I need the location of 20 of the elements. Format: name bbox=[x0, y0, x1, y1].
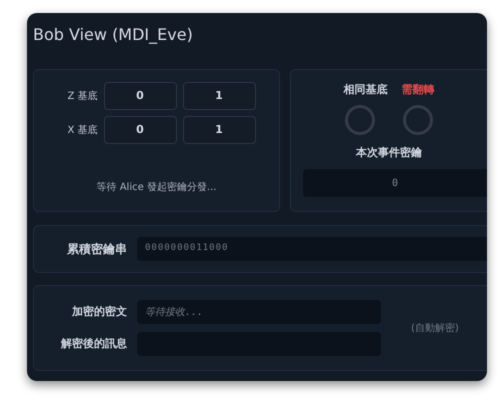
basis-label: X 基底 bbox=[66, 124, 98, 138]
window-title: Bob View (MDI_Eve) bbox=[33, 24, 193, 46]
basis-value-field[interactable]: 0 bbox=[104, 116, 176, 144]
status-text: 等待 Alice 發起密鑰分發... bbox=[96, 180, 216, 195]
key-string-field[interactable]: 0000000011000 bbox=[137, 237, 487, 261]
flip-label: 需翻轉 bbox=[402, 82, 434, 98]
key-string-label: 累積密鑰串 bbox=[66, 241, 127, 258]
basis-value-field[interactable]: 0 bbox=[104, 82, 176, 110]
event-key-field[interactable]: 0 bbox=[303, 169, 487, 197]
indicator-light bbox=[345, 104, 375, 134]
auto-decrypt-note: (自動解密) bbox=[411, 322, 459, 336]
decrypted-label: 解密後的訊息 bbox=[60, 336, 127, 352]
encrypted-label: 加密的密文 bbox=[70, 304, 127, 320]
indicator-light bbox=[403, 104, 433, 134]
same-basis-label: 相同基底 bbox=[344, 82, 388, 98]
basis-value-field[interactable]: 1 bbox=[182, 82, 256, 110]
basis-label: Z 基底 bbox=[66, 90, 98, 104]
encrypted-field[interactable]: 等待接收... bbox=[137, 300, 381, 324]
basis-value-field[interactable]: 1 bbox=[182, 116, 256, 144]
event-key-label: 本次事件密鑰 bbox=[356, 144, 422, 160]
